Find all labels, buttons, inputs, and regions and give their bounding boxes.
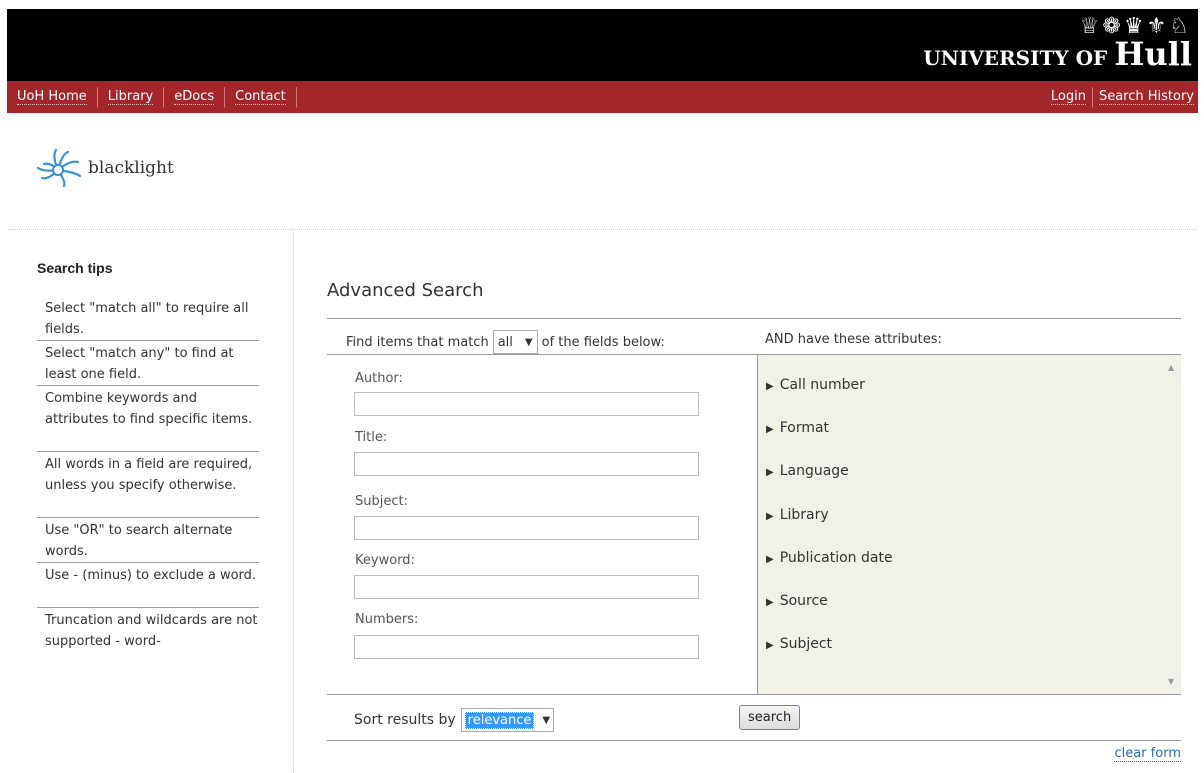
keyword-label: Keyword: <box>355 553 415 568</box>
triangle-right-icon: ▶ <box>766 554 774 565</box>
sort-select[interactable]: relevance ▼ <box>460 708 555 732</box>
keyword-input[interactable] <box>354 575 699 599</box>
title-label: Title: <box>355 430 388 445</box>
triangle-right-icon: ▶ <box>766 640 774 651</box>
attributes-heading: AND have these attributes: <box>765 332 942 347</box>
match-line: Find items that match all ▼ of the field… <box>346 330 665 354</box>
scrollbar[interactable]: ▲ ▼ <box>1164 355 1181 694</box>
facet-library[interactable]: ▶ Library <box>766 507 829 523</box>
university-name-prefix: UNIVERSITY OF <box>923 46 1108 70</box>
divider <box>8 229 1196 230</box>
scroll-down-icon[interactable]: ▼ <box>1168 677 1174 686</box>
author-input[interactable] <box>354 392 699 416</box>
search-tips-title: Search tips <box>37 260 113 276</box>
facet-call-number[interactable]: ▶ Call number <box>766 377 865 393</box>
page-title: Advanced Search <box>327 280 484 301</box>
nav-edocs[interactable]: eDocs <box>164 86 226 108</box>
triangle-right-icon: ▶ <box>766 424 774 435</box>
match-select[interactable]: all ▼ <box>492 330 538 354</box>
clear-form-link[interactable]: clear form <box>1114 746 1181 762</box>
university-logo[interactable]: ♕❁♛⚜♘ UNIVERSITY OF Hull <box>923 15 1192 73</box>
blacklight-sun-icon <box>36 148 82 188</box>
search-tip: Use - (minus) to exclude a word. <box>37 563 259 608</box>
facet-language[interactable]: ▶ Language <box>766 463 849 479</box>
numbers-input[interactable] <box>354 635 699 659</box>
search-tip: Use "OR" to search alternate words. <box>37 518 259 563</box>
facet-publication-date[interactable]: ▶ Publication date <box>766 550 893 566</box>
match-prefix-label: Find items that match <box>346 334 489 350</box>
match-select-value: all <box>497 334 513 350</box>
match-suffix-label: of the fields below: <box>541 334 665 350</box>
sort-label: Sort results by <box>354 712 456 728</box>
search-tip: Combine keywords and attributes to find … <box>37 386 259 452</box>
nav-search-history[interactable]: Search History <box>1093 87 1194 108</box>
search-tip: All words in a field are required, unles… <box>37 452 259 518</box>
divider <box>293 230 294 773</box>
numbers-label: Numbers: <box>355 612 419 627</box>
nav-contact[interactable]: Contact <box>225 86 297 108</box>
search-tip: Truncation and wildcards are not support… <box>45 613 258 649</box>
blacklight-logo-text: blacklight <box>88 158 174 178</box>
nav-uoh-home[interactable]: UoH Home <box>7 86 98 108</box>
nav-login[interactable]: Login <box>1045 86 1093 108</box>
blacklight-logo[interactable]: blacklight <box>36 148 174 188</box>
advanced-search-panel: Advanced Search Find items that match al… <box>327 278 1181 762</box>
search-tips-sidebar: Search tips Select "match all" to requir… <box>37 258 259 652</box>
search-fields-panel: Author: Title: Subject: Keyword: Numbers… <box>327 354 758 694</box>
nav-bar: UoH Home Library eDocs Contact Login Sea… <box>7 81 1198 113</box>
triangle-right-icon: ▶ <box>766 597 774 608</box>
facet-format[interactable]: ▶ Format <box>766 420 829 436</box>
scroll-up-icon[interactable]: ▲ <box>1168 363 1174 372</box>
triangle-right-icon: ▶ <box>766 511 774 522</box>
facet-subject[interactable]: ▶ Subject <box>766 636 832 652</box>
attributes-panel: ▶ Call number ▶ Format ▶ Language ▶ Library … <box>758 354 1181 694</box>
sort-select-value: relevance <box>464 711 535 729</box>
search-tip: Select "match any" to find at least one … <box>37 341 259 386</box>
author-label: Author: <box>355 371 403 386</box>
chevron-down-icon: ▼ <box>542 714 551 726</box>
triangle-right-icon: ▶ <box>766 381 774 392</box>
triangle-right-icon: ▶ <box>766 467 774 478</box>
university-name-main: Hull <box>1114 35 1192 73</box>
search-tip: Select "match all" to require all fields… <box>37 296 259 341</box>
facet-source[interactable]: ▶ Source <box>766 593 828 609</box>
search-button[interactable]: search <box>739 705 801 730</box>
subject-label: Subject: <box>355 494 408 509</box>
top-banner: ♕❁♛⚜♘ UNIVERSITY OF Hull <box>7 9 1198 81</box>
title-input[interactable] <box>354 452 699 476</box>
chevron-down-icon: ▼ <box>524 336 533 348</box>
sort-line: Sort results by relevance ▼ <box>354 708 555 732</box>
nav-library[interactable]: Library <box>98 86 165 108</box>
divider <box>327 694 1181 695</box>
divider <box>327 318 1181 319</box>
subject-input[interactable] <box>354 516 699 540</box>
divider <box>327 740 1181 741</box>
